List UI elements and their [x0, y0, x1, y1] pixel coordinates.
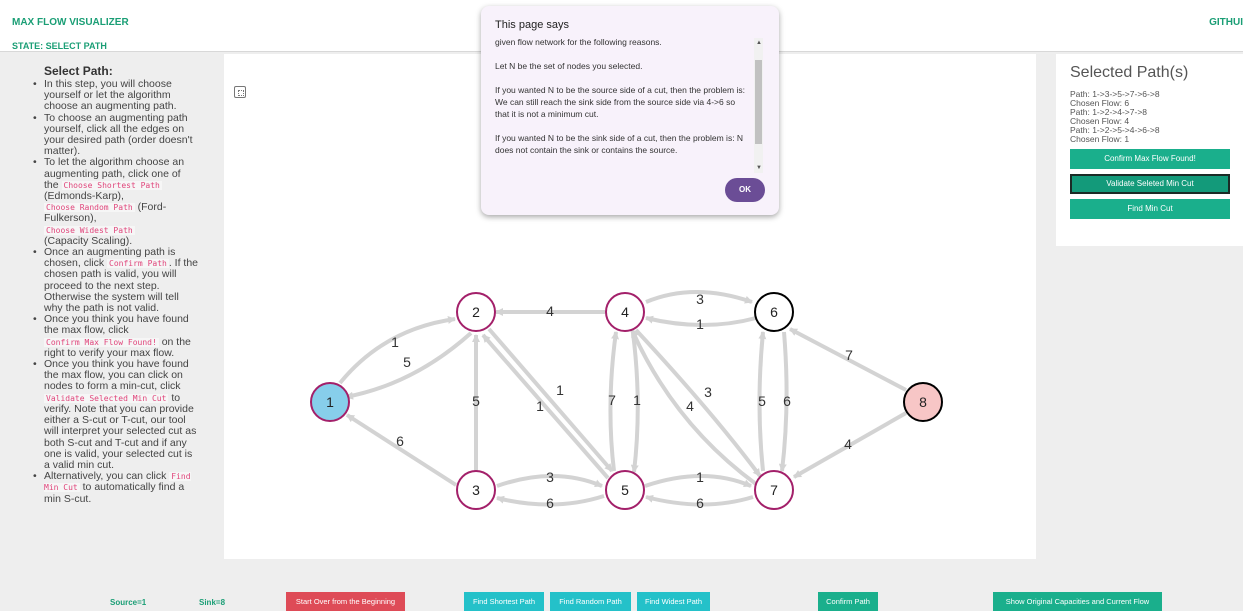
graph-node-3[interactable]: 3 [456, 470, 496, 510]
start-over-button[interactable]: Start Over from the Beginning [286, 592, 405, 611]
graph-node-7[interactable]: 7 [754, 470, 794, 510]
sink-label: Sink=8 [199, 598, 226, 607]
edge-capacity-label: 5 [758, 393, 766, 409]
ok-button[interactable]: OK [725, 178, 765, 202]
dialog-scrollbar[interactable]: ▲ ▼ [754, 38, 763, 173]
edge-capacity-label: 6 [783, 393, 791, 409]
scroll-thumb[interactable] [755, 60, 762, 144]
code-choose-widest: Choose Widest Path [44, 225, 135, 235]
instructions-panel: Select Path: In this step, you will choo… [16, 54, 204, 578]
instruction-item: Once you think you have found the max fl… [30, 314, 198, 359]
edge-5-2[interactable] [481, 333, 610, 480]
edge-3-1[interactable] [345, 413, 458, 487]
node-label: 3 [472, 482, 480, 498]
edge-capacity-label: 5 [472, 393, 480, 409]
instruction-item: To choose an augmenting path yourself, c… [30, 112, 198, 158]
graph-node-2[interactable]: 2 [456, 292, 496, 332]
dialog-message: given flow network for the following rea… [495, 38, 745, 168]
node-label: 2 [472, 304, 480, 320]
edge-capacity-label: 6 [696, 495, 704, 511]
selected-paths-title: Selected Path(s) [1070, 64, 1189, 81]
dialog-title: This page says [495, 19, 569, 31]
node-label: 7 [770, 482, 778, 498]
graph-node-8[interactable]: 8 [903, 382, 943, 422]
scroll-down-icon[interactable]: ▼ [756, 165, 762, 171]
bottom-toolbar: Source=1 Sink=8 Start Over from the Begi… [0, 590, 1243, 611]
edge-capacity-label: 3 [704, 384, 712, 400]
find-widest-path-button[interactable]: Find Widest Path [637, 592, 710, 611]
edge-2-5[interactable] [487, 327, 614, 473]
instructions-list: In this step, you will choose yourself o… [30, 78, 198, 505]
code-choose-shortest: Choose Shortest Path [61, 180, 162, 190]
node-label: 8 [919, 394, 927, 410]
edge-capacity-label: 5 [403, 354, 411, 370]
code-confirm-max-flow: Confirm Max Flow Found! [44, 337, 159, 347]
edge-capacity-label: 1 [391, 334, 399, 350]
find-random-path-button[interactable]: Find Random Path [550, 592, 631, 611]
app-title: MAX FLOW VISUALIZER [12, 17, 129, 28]
graph-node-5[interactable]: 5 [605, 470, 645, 510]
node-label: 6 [770, 304, 778, 320]
instruction-item: In this step, you will choose yourself o… [30, 78, 198, 113]
edge-capacity-label: 4 [686, 398, 694, 414]
dialog-paragraph: given flow network for the following rea… [495, 38, 662, 47]
find-shortest-path-button[interactable]: Find Shortest Path [464, 592, 544, 611]
validate-min-cut-button[interactable]: Validate Seleted Min Cut [1070, 174, 1230, 194]
edge-capacity-label: 1 [556, 382, 564, 398]
dialog-body[interactable]: given flow network for the following rea… [495, 38, 763, 173]
edge-capacity-label: 7 [608, 392, 616, 408]
confirm-path-button[interactable]: Confirm Path [818, 592, 878, 611]
instruction-item: Once you think you have found the max fl… [30, 358, 198, 471]
confirm-max-flow-button[interactable]: Confirm Max Flow Found! [1070, 149, 1230, 169]
paths-list: Path: 1->3->5->7->6->8 Chosen Flow: 6 Pa… [1070, 90, 1243, 144]
dialog-paragraph: If you wanted N to be the source side of… [495, 85, 745, 119]
instruction-item: To let the algorithm choose an augmentin… [30, 157, 198, 247]
state-label: STATE: SELECT PATH [12, 41, 107, 51]
code-confirm-path: Confirm Path [107, 259, 169, 269]
flow-line: Chosen Flow: 1 [1070, 134, 1130, 144]
edge-capacity-label: 4 [844, 436, 852, 452]
find-min-cut-button[interactable]: Find Min Cut [1070, 199, 1230, 219]
scroll-up-icon[interactable]: ▲ [756, 40, 762, 46]
code-validate-min-cut: Validate Selected Min Cut [44, 393, 169, 403]
edge-capacity-label: 1 [696, 316, 704, 332]
edge-capacity-label: 4 [546, 303, 554, 319]
graph-node-6[interactable]: 6 [754, 292, 794, 332]
selected-paths-panel: Selected Path(s) Path: 1->3->5->7->6->8 … [1056, 54, 1243, 246]
edge-capacity-label: 7 [845, 347, 853, 363]
show-original-capacities-button[interactable]: Show Original Capacities and Current Flo… [993, 592, 1162, 611]
instruction-item: Once an augmenting path is chosen, click… [30, 246, 198, 314]
edge-capacity-label: 3 [696, 291, 704, 307]
node-label: 5 [621, 482, 629, 498]
dialog-paragraph: Let N be the set of nodes you selected. [495, 61, 643, 71]
source-label: Source=1 [110, 598, 147, 607]
github-link[interactable]: GITHUI [1209, 17, 1243, 28]
edge-capacity-label: 1 [633, 392, 641, 408]
node-label: 1 [326, 394, 334, 410]
alert-dialog: This page says given flow network for th… [481, 6, 779, 215]
instruction-item: Alternatively, you can click Find Min Cu… [30, 471, 198, 505]
edge-4-7[interactable] [634, 328, 762, 478]
edge-capacity-label: 1 [696, 469, 704, 485]
edge-capacity-label: 1 [536, 398, 544, 414]
edge-capacity-label: 6 [396, 433, 404, 449]
code-choose-random: Choose Random Path [44, 203, 135, 213]
edge-1-2[interactable] [338, 316, 456, 385]
instructions-heading: Select Path: [44, 64, 113, 78]
edge-capacity-label: 3 [546, 469, 554, 485]
edge-7-4[interactable] [630, 329, 758, 486]
dialog-paragraph: If you wanted N to be the sink side of a… [495, 133, 744, 155]
node-label: 4 [621, 304, 629, 320]
edge-capacity-label: 6 [546, 495, 554, 511]
graph-node-4[interactable]: 4 [605, 292, 645, 332]
graph-node-1[interactable]: 1 [310, 382, 350, 422]
